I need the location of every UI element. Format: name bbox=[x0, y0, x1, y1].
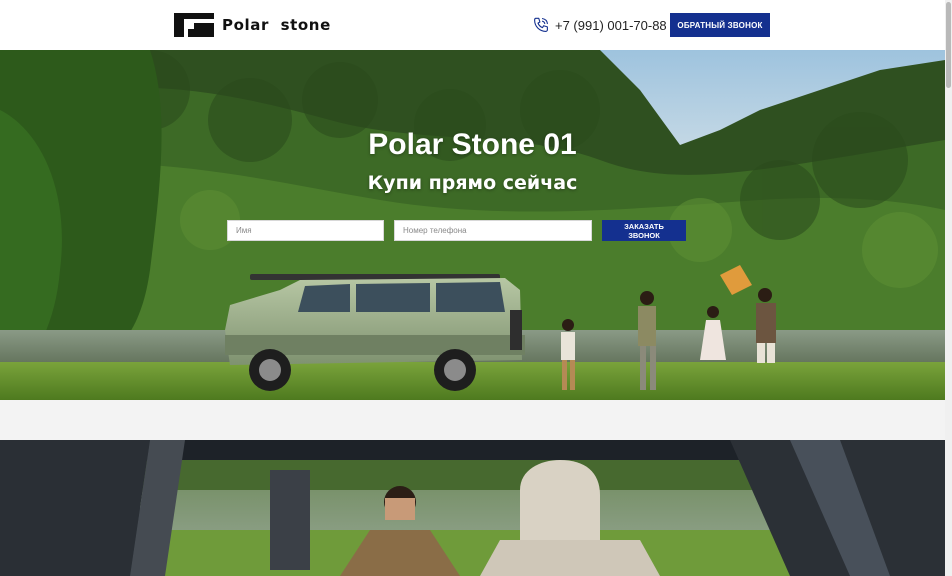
logo-text: Polar stone bbox=[222, 16, 331, 34]
logo-mark-icon bbox=[174, 13, 214, 37]
section-divider bbox=[0, 400, 945, 440]
hero-section: Polar Stone 01 Купи прямо сейчас ЗАКАЗАТ… bbox=[0, 50, 945, 400]
page-scrollbar[interactable] bbox=[945, 0, 952, 576]
name-input[interactable] bbox=[227, 220, 384, 241]
callback-button[interactable]: ОБРАТНЫЙ ЗВОНОК bbox=[670, 13, 770, 37]
interior-image bbox=[0, 440, 945, 576]
order-call-button[interactable]: ЗАКАЗАТЬ ЗВОНОК bbox=[602, 220, 686, 241]
logo[interactable]: Polar stone bbox=[174, 13, 331, 37]
phone-icon bbox=[534, 17, 548, 32]
hero-title: Polar Stone 01 bbox=[368, 128, 577, 161]
phone-number: +7 (991) 001-70-88 bbox=[555, 17, 667, 33]
hero-subtitle: Купи прямо сейчас bbox=[367, 172, 578, 194]
phone-input[interactable] bbox=[394, 220, 592, 241]
site-header: Polar stone +7 (991) 001-70-88 ОБРАТНЫЙ … bbox=[0, 0, 945, 50]
interior-section-image bbox=[0, 440, 945, 576]
header-phone[interactable]: +7 (991) 001-70-88 bbox=[532, 15, 667, 35]
scrollbar-thumb[interactable] bbox=[946, 2, 951, 88]
